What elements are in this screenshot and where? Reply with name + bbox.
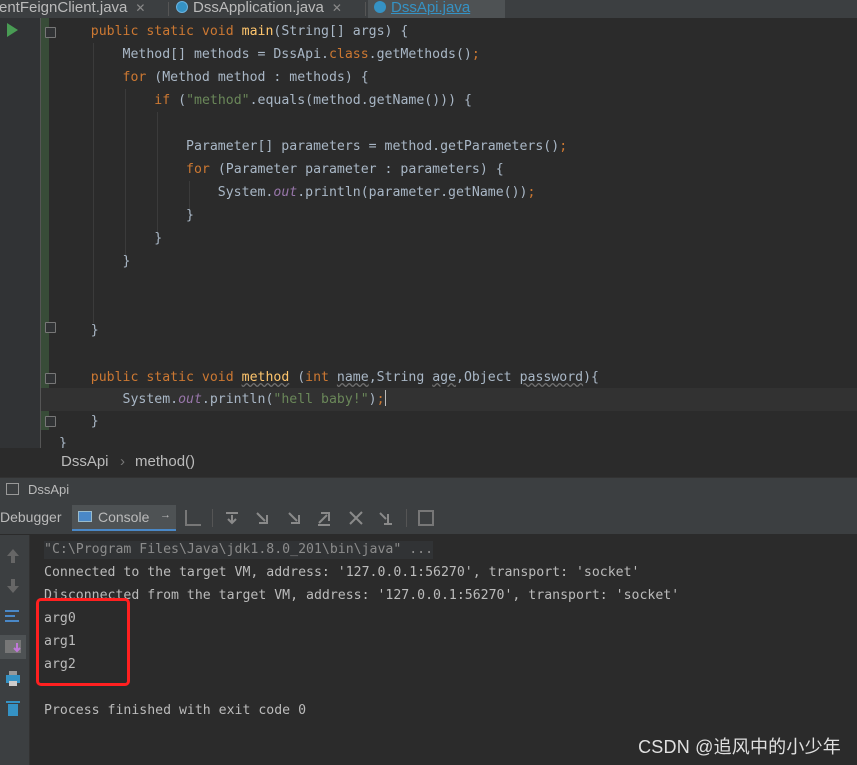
console-icon	[78, 511, 92, 522]
fold-icon[interactable]	[45, 27, 56, 38]
code-line[interactable]: }	[59, 204, 194, 227]
tab-console[interactable]: Console →	[72, 505, 176, 531]
debug-toolbar: Debugger Console →	[0, 502, 857, 535]
print-icon[interactable]	[3, 669, 23, 687]
fold-icon[interactable]	[45, 416, 56, 427]
vcs-change-marker	[41, 18, 49, 430]
console-line: Process finished with exit code 0	[44, 703, 307, 718]
evaluate-expression-icon[interactable]	[418, 510, 434, 526]
tab-feign-client[interactable]: rentFeignClient.java ✕	[0, 0, 145, 18]
code-line[interactable]: }	[59, 250, 131, 273]
code-line[interactable]: }	[59, 319, 99, 342]
tab-label: DssApplication.java	[193, 0, 324, 16]
code-line[interactable]: }	[59, 227, 162, 250]
console-line: Disconnected from the target VM, address…	[44, 588, 680, 603]
class-icon	[374, 1, 386, 13]
run-to-cursor-icon[interactable]	[378, 510, 394, 526]
code-line[interactable]: Method[] methods = DssApi.class.getMetho…	[59, 43, 480, 66]
step-into-icon[interactable]	[254, 510, 270, 526]
tab-debugger[interactable]: Debugger	[0, 509, 62, 525]
console-line: Connected to the target VM, address: '12…	[44, 565, 640, 580]
watermark: CSDN @追风中的小少年	[638, 737, 841, 757]
tab-label: rentFeignClient.java	[0, 0, 128, 16]
console-command-line[interactable]: "C:\Program Files\Java\jdk1.8.0_201\bin\…	[44, 541, 434, 559]
up-arrow-icon[interactable]	[3, 547, 23, 565]
tab-dss-api[interactable]: DssApi.java	[368, 0, 505, 18]
tab-console-label: Console	[98, 509, 150, 525]
fold-icon[interactable]	[45, 322, 56, 333]
run-config-icon	[6, 483, 19, 495]
show-execution-point-icon[interactable]	[185, 510, 201, 526]
close-icon[interactable]: ✕	[135, 1, 145, 15]
run-window-header: DssApi	[0, 477, 857, 503]
breadcrumb-class[interactable]: DssApi	[61, 453, 109, 470]
code-line[interactable]: }	[59, 410, 99, 433]
code-line[interactable]: for (Method method : methods) {	[59, 66, 369, 89]
breadcrumb-separator: ›	[120, 453, 125, 470]
editor-gutter	[0, 18, 40, 448]
spring-class-icon	[176, 1, 188, 13]
code-line[interactable]: Parameter[] parameters = method.getParam…	[59, 135, 567, 158]
breadcrumb: DssApi › method()	[0, 448, 857, 476]
code-line[interactable]: for (Parameter parameter : parameters) {	[59, 158, 504, 181]
code-line[interactable]: System.out.println(parameter.getName());	[59, 181, 536, 204]
pin-icon: →	[160, 509, 171, 521]
text-cursor	[384, 390, 386, 406]
highlight-annotation-box	[36, 598, 130, 686]
down-arrow-icon[interactable]	[3, 577, 23, 595]
step-over-icon[interactable]	[224, 510, 240, 526]
force-step-into-icon[interactable]	[286, 510, 302, 526]
run-icon[interactable]	[7, 23, 18, 37]
breadcrumb-method[interactable]: method()	[135, 453, 195, 470]
tab-dss-application[interactable]: DssApplication.java ✕	[176, 0, 342, 18]
drop-frame-icon[interactable]	[348, 510, 364, 526]
editor-tab-bar: rentFeignClient.java ✕ DssApplication.jav…	[0, 0, 857, 19]
fold-icon[interactable]	[45, 373, 56, 384]
soft-wrap-icon[interactable]	[3, 607, 23, 625]
scroll-to-end-icon[interactable]	[0, 635, 26, 659]
step-out-icon[interactable]	[316, 510, 332, 526]
code-line[interactable]: public static void method (int name,Stri…	[59, 366, 599, 389]
trash-icon[interactable]	[3, 699, 23, 717]
tab-label: DssApi.java	[391, 0, 471, 16]
code-line[interactable]: }	[59, 432, 67, 448]
console-side-toolbar	[0, 535, 30, 765]
code-line[interactable]: public static void main(String[] args) {	[59, 20, 409, 43]
close-icon[interactable]: ✕	[332, 1, 342, 15]
code-line[interactable]: System.out.println("hell baby!");	[59, 388, 386, 411]
code-line[interactable]: if ("method".equals(method.getName())) {	[59, 89, 472, 112]
run-config-title[interactable]: DssApi	[28, 482, 69, 497]
